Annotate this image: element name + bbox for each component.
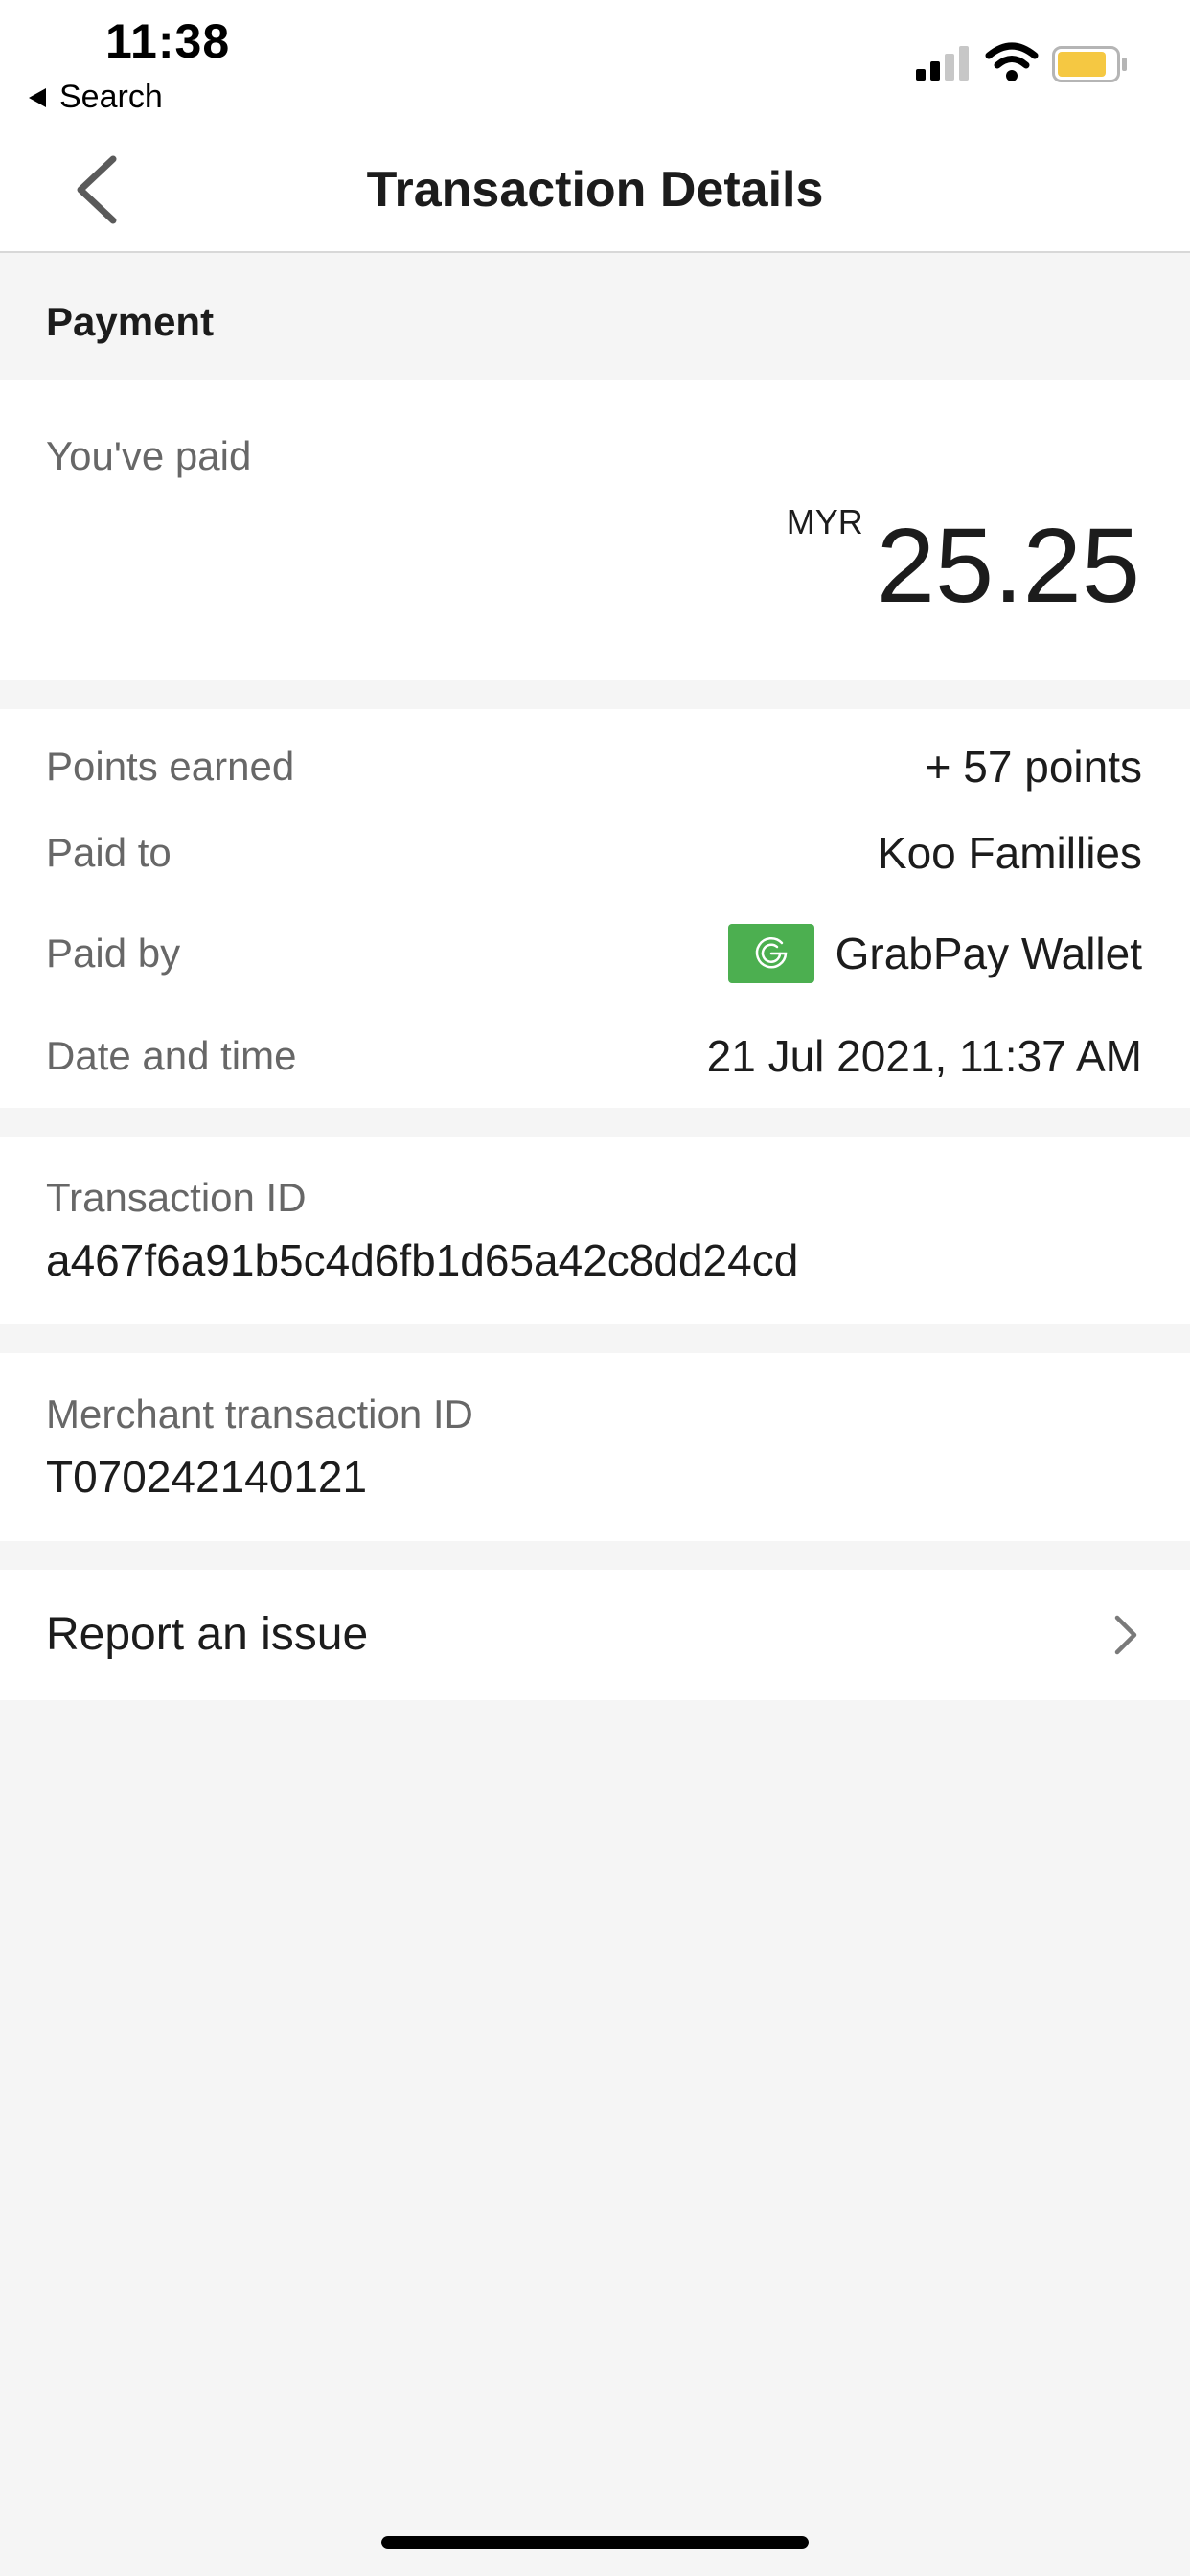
battery-icon (1052, 46, 1127, 82)
points-earned-value: + 57 points (925, 742, 1142, 792)
home-indicator[interactable] (381, 2536, 809, 2549)
paid-by-method: GrabPay Wallet (835, 929, 1142, 978)
paid-to-label: Paid to (46, 830, 172, 875)
paid-by-value: GrabPay Wallet (727, 924, 1142, 983)
report-issue-button[interactable]: Report an issue (0, 1570, 1190, 1700)
section-title: Payment (46, 299, 215, 344)
date-time-label: Date and time (46, 1033, 297, 1078)
transaction-id-card: Transaction ID a467f6a91b5c4d6fb1d65a42c… (0, 1137, 1190, 1324)
currency-label: MYR (786, 502, 863, 541)
transaction-id-label: Transaction ID (46, 1175, 307, 1220)
status-back-to-search[interactable]: Search (29, 79, 163, 116)
paid-to-row: Paid to Koo Famillies (46, 824, 1142, 882)
amount-value: 25.25 (876, 507, 1140, 625)
wifi-icon (985, 42, 1039, 81)
cellular-signal-icon (916, 46, 970, 80)
paid-by-label: Paid by (46, 931, 181, 976)
grabpay-logo-icon (727, 924, 814, 983)
merchant-transaction-id-value: T070242140121 (46, 1452, 368, 1502)
date-time-value: 21 Jul 2021, 11:37 AM (706, 1031, 1142, 1081)
amount-display: MYR 25.25 (787, 494, 1140, 619)
paid-label: You've paid (46, 433, 252, 478)
merchant-transaction-id-label: Merchant transaction ID (46, 1392, 473, 1437)
transaction-id-value: a467f6a91b5c4d6fb1d65a42c8dd24cd (46, 1235, 799, 1285)
status-time: 11:38 (105, 14, 231, 68)
paid-by-row: Paid by GrabPay Wallet (46, 922, 1142, 985)
paid-to-value: Koo Famillies (877, 828, 1142, 878)
section-header-payment: Payment (0, 253, 1190, 380)
nav-bar: Transaction Details (0, 126, 1190, 253)
transaction-details-card: Points earned + 57 points Paid to Koo Fa… (0, 709, 1190, 1108)
merchant-transaction-id-card: Merchant transaction ID T070242140121 (0, 1353, 1190, 1541)
paid-amount-card: You've paid MYR 25.25 (0, 380, 1190, 680)
points-earned-label: Points earned (46, 744, 295, 789)
back-triangle-icon (29, 87, 46, 107)
chevron-right-icon (1114, 1615, 1137, 1655)
page-title: Transaction Details (366, 162, 824, 218)
date-time-row: Date and time 21 Jul 2021, 11:37 AM (46, 1027, 1142, 1085)
points-earned-row: Points earned + 57 points (46, 738, 1142, 795)
status-back-label: Search (59, 79, 163, 115)
status-bar: 11:38 Search (0, 0, 1190, 126)
report-issue-label: Report an issue (46, 1609, 369, 1660)
